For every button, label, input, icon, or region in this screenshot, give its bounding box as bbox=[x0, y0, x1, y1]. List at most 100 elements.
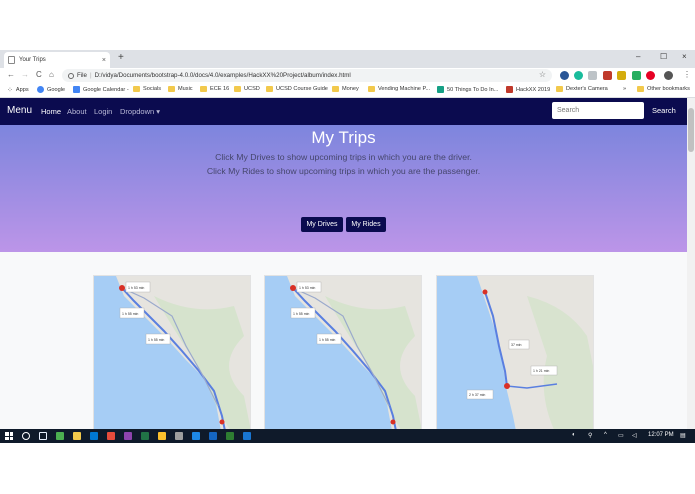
notifications-icon[interactable]: ▤ bbox=[680, 432, 686, 439]
bookmark-50-things[interactable]: 50 Things To Do In... bbox=[437, 86, 498, 93]
minimize-icon[interactable]: – bbox=[636, 52, 640, 61]
pinterest-icon[interactable] bbox=[646, 71, 655, 80]
folder-icon bbox=[368, 86, 375, 92]
page-icon bbox=[8, 56, 15, 64]
bookmark-ucsd-course-guide[interactable]: UCSD Course Guide bbox=[266, 86, 328, 92]
search-input[interactable]: Search bbox=[552, 102, 644, 119]
route-time-label: 1 h 55 min bbox=[122, 312, 138, 316]
route-time-label: 1 h 55 min bbox=[148, 338, 164, 342]
extension-icon[interactable] bbox=[603, 71, 612, 80]
map-pin-icon bbox=[390, 419, 396, 425]
bookmarks-bar: ⁘ Apps Google Google Calendar - Socials M… bbox=[0, 83, 695, 98]
bookmark-dexters-camera[interactable]: Dexter's Camera bbox=[556, 86, 608, 92]
folder-icon bbox=[266, 86, 273, 92]
extension-icon[interactable] bbox=[588, 71, 597, 80]
screen: Your Trips × + – ☐ × ← → C ⌂ File | D:/v… bbox=[0, 0, 695, 494]
google-icon bbox=[37, 86, 44, 93]
apps-grid-icon: ⁘ bbox=[7, 87, 13, 94]
map-pin-icon bbox=[119, 285, 125, 291]
chrome-icon[interactable] bbox=[56, 432, 64, 440]
excel-icon[interactable] bbox=[158, 432, 166, 440]
bookmark-star-icon[interactable]: ☆ bbox=[539, 70, 546, 79]
bookmark-other[interactable]: Other bookmarks bbox=[637, 86, 690, 92]
navbar-brand[interactable]: Menu bbox=[7, 105, 32, 116]
trip-card[interactable]: 1 h 53 min 1 h 55 min 1 h 55 min bbox=[93, 275, 251, 429]
close-window-icon[interactable]: × bbox=[682, 52, 687, 61]
route-time-label: 1 h 53 min bbox=[299, 286, 315, 290]
sticky-icon[interactable] bbox=[175, 432, 183, 440]
folder-icon bbox=[200, 86, 207, 92]
page-title: My Trips bbox=[311, 128, 376, 147]
windows-taskbar: ◐ ⚲ ^ ▭ ◁ 12:07 PM ▤ bbox=[0, 429, 695, 443]
extension-icon[interactable] bbox=[632, 71, 641, 80]
bookmark-google[interactable]: Google bbox=[37, 86, 65, 93]
my-drives-button[interactable]: My Drives bbox=[301, 217, 343, 232]
bookmark-ece16[interactable]: ECE 16 bbox=[200, 86, 229, 92]
folder-icon bbox=[332, 86, 339, 92]
more-menu-icon[interactable]: ⋮ bbox=[683, 70, 691, 79]
hero-description-rides: Click My Rides to show upcoming trips in… bbox=[206, 166, 481, 176]
tray-expand-icon[interactable]: ^ bbox=[604, 432, 607, 438]
extension-icon[interactable] bbox=[574, 71, 583, 80]
folder-icon bbox=[234, 86, 241, 92]
calendar-icon bbox=[73, 86, 80, 93]
bookmark-vending-machine[interactable]: Vending Machine P... bbox=[368, 86, 430, 92]
trip-card[interactable]: 1 h 53 min 1 h 55 min 1 h 55 min bbox=[264, 275, 422, 429]
nav-dropdown[interactable]: Dropdown ▾ bbox=[120, 107, 160, 116]
volume-icon[interactable]: ◁ bbox=[632, 432, 637, 439]
people-icon[interactable]: ⚲ bbox=[588, 432, 592, 439]
store-icon[interactable] bbox=[192, 432, 200, 440]
vscode-icon[interactable] bbox=[209, 432, 217, 440]
folder-icon bbox=[168, 86, 175, 92]
search-icon[interactable] bbox=[22, 432, 30, 440]
scrollbar-thumb[interactable] bbox=[688, 108, 694, 152]
battery-icon[interactable]: ▭ bbox=[618, 432, 624, 439]
bookmark-apps[interactable]: ⁘ Apps bbox=[7, 86, 29, 94]
trip-card[interactable]: 37 min 1 h 21 min 2 h 37 min bbox=[436, 275, 594, 429]
powershell-icon[interactable] bbox=[243, 432, 251, 440]
windows-start-icon[interactable] bbox=[5, 432, 13, 440]
reload-icon[interactable]: C bbox=[36, 70, 42, 79]
route-time-label: 1 h 21 min bbox=[533, 369, 549, 373]
profile-avatar[interactable] bbox=[664, 71, 673, 80]
info-icon[interactable] bbox=[68, 72, 74, 79]
bookmark-ucsd[interactable]: UCSD bbox=[234, 86, 260, 92]
forward-icon[interactable]: → bbox=[21, 70, 29, 79]
bookmark-hackxx[interactable]: HackXX 2019 bbox=[506, 86, 550, 93]
bookmark-money[interactable]: Money bbox=[332, 86, 359, 92]
onenote-icon[interactable] bbox=[124, 432, 132, 440]
map-pin-icon bbox=[504, 383, 510, 389]
extension-icon[interactable] bbox=[560, 71, 569, 80]
back-icon[interactable]: ← bbox=[7, 70, 15, 79]
map-pin-icon bbox=[290, 285, 296, 291]
bookmark-google-calendar[interactable]: Google Calendar - bbox=[73, 86, 129, 93]
bookmark-music[interactable]: Music bbox=[168, 86, 193, 92]
file-explorer-icon[interactable] bbox=[73, 432, 81, 440]
word-icon[interactable] bbox=[226, 432, 234, 440]
page-scrollbar[interactable] bbox=[687, 98, 695, 429]
task-view-icon[interactable] bbox=[39, 432, 47, 440]
tab-title: Your Trips bbox=[19, 57, 46, 63]
nav-link-about[interactable]: About bbox=[67, 107, 87, 116]
home-icon[interactable]: ⌂ bbox=[49, 70, 54, 79]
new-tab-button[interactable]: + bbox=[118, 52, 124, 63]
taskbar-clock[interactable]: 12:07 PM bbox=[648, 432, 674, 438]
tray-icon[interactable]: ◐ bbox=[572, 432, 576, 438]
bookmarks-overflow-button[interactable]: » bbox=[623, 86, 626, 92]
site-navbar: Menu Home About Login Dropdown ▾ Search … bbox=[0, 98, 687, 125]
mail-icon[interactable] bbox=[90, 432, 98, 440]
nav-link-login[interactable]: Login bbox=[94, 107, 112, 116]
close-tab-icon[interactable]: × bbox=[102, 57, 106, 64]
spotify-icon[interactable] bbox=[107, 432, 115, 440]
search-button[interactable]: Search bbox=[652, 106, 676, 115]
nav-link-home[interactable]: Home bbox=[41, 107, 61, 116]
url-text: D:/vidya/Documents/bootstrap-4.0.0/docs/… bbox=[94, 72, 351, 79]
extension-icon[interactable] bbox=[617, 71, 626, 80]
visual-studio-icon[interactable] bbox=[141, 432, 149, 440]
browser-tab[interactable]: Your Trips × bbox=[4, 52, 110, 68]
bookmark-socials[interactable]: Socials bbox=[133, 86, 161, 92]
browser-toolbar: ← → C ⌂ File | D:/vidya/Documents/bootst… bbox=[0, 68, 695, 83]
address-bar[interactable]: File | D:/vidya/Documents/bootstrap-4.0.… bbox=[62, 69, 552, 82]
my-rides-button[interactable]: My Rides bbox=[346, 217, 386, 232]
maximize-icon[interactable]: ☐ bbox=[660, 52, 667, 61]
